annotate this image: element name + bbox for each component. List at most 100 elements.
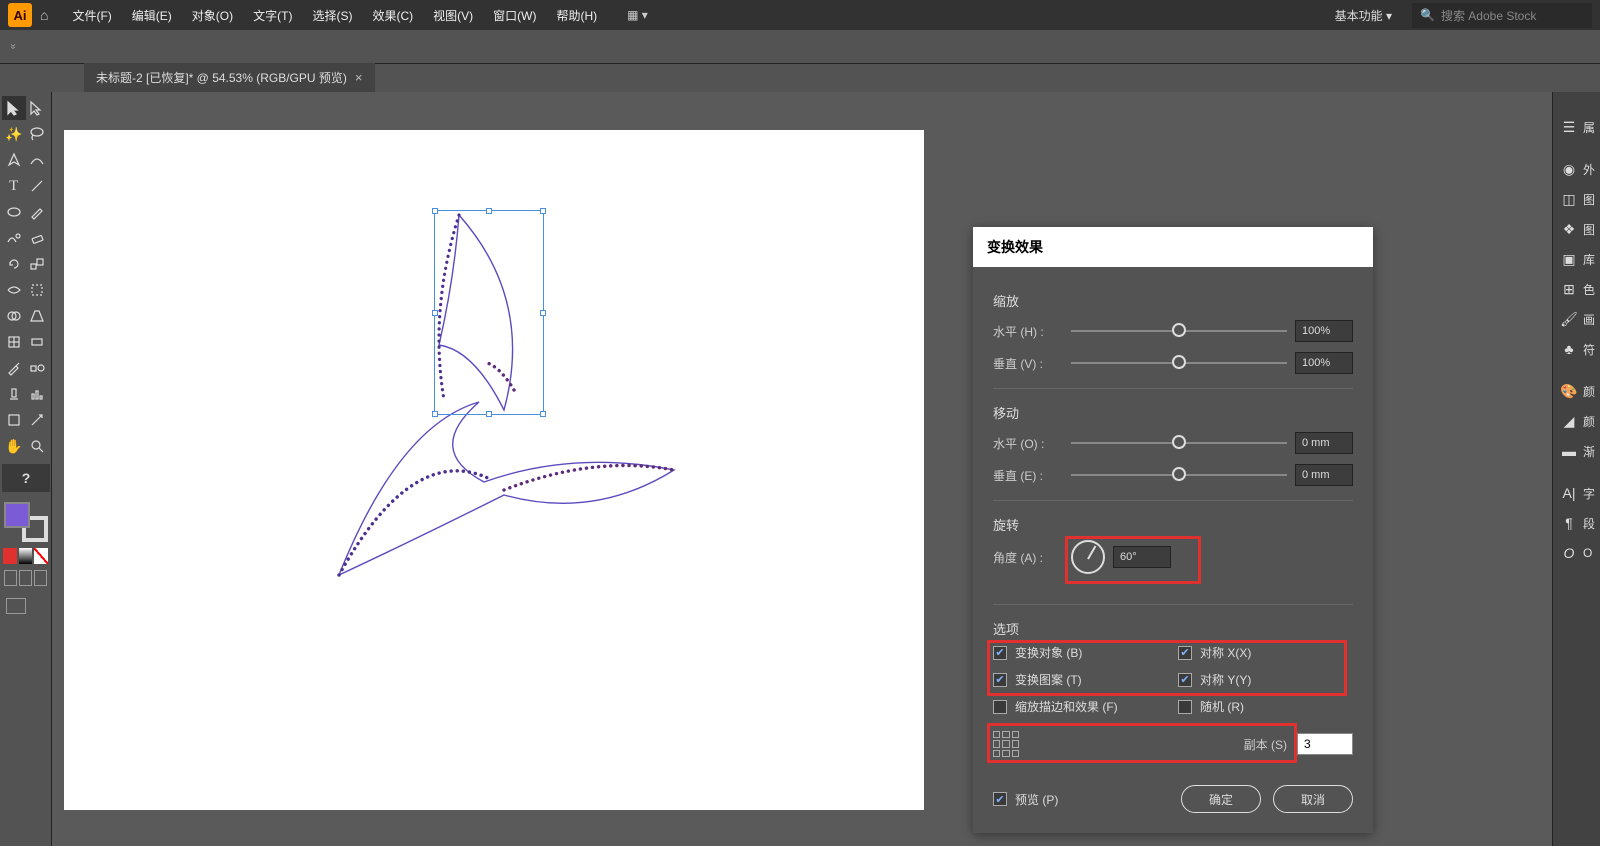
move-v-label: 垂直 (E) : [993,467,1063,484]
chk-scale-strokes[interactable]: 缩放描边和效果 (F) [993,698,1168,715]
menu-window[interactable]: 窗口(W) [483,1,546,30]
panel-graphic-styles[interactable]: ◫图 [1553,184,1600,214]
lasso-tool[interactable] [26,122,50,146]
panel-layers[interactable]: ❖图 [1553,214,1600,244]
document-tab-bar: 未标题-2 [已恢复]* @ 54.53% (RGB/GPU 预览) × [0,64,1600,92]
selection-tool[interactable] [2,96,26,120]
blend-tool[interactable] [26,356,50,380]
home-icon[interactable]: ⌂ [40,7,48,23]
line-tool[interactable] [26,174,50,198]
menu-type[interactable]: 文字(T) [243,1,302,30]
toolbox: ✨ T [0,92,52,846]
eraser-tool[interactable] [26,226,50,250]
shaper-tool[interactable] [2,226,26,250]
menu-effect[interactable]: 效果(C) [362,1,423,30]
ai-logo: Ai [8,3,32,27]
panel-character[interactable]: A|字 [1553,478,1600,508]
move-v-input[interactable]: 0 mm [1295,464,1353,486]
rotate-tool[interactable] [2,252,26,276]
panel-swatches[interactable]: ⊞色 [1553,274,1600,304]
panel-libraries[interactable]: ▣库 [1553,244,1600,274]
menu-edit[interactable]: 编辑(E) [122,1,182,30]
direct-selection-tool[interactable] [26,96,50,120]
shape-builder-tool[interactable] [2,304,26,328]
scale-v-slider[interactable] [1071,362,1287,364]
rotate-group-label: 旋转 [993,515,1353,534]
free-transform-tool[interactable] [26,278,50,302]
curvature-tool[interactable] [26,148,50,172]
move-h-input[interactable]: 0 mm [1295,432,1353,454]
move-v-slider[interactable] [1071,474,1287,476]
selection-bounding-box[interactable] [434,210,544,415]
edit-toolbar-button[interactable]: ? [2,464,50,492]
ellipse-tool[interactable] [2,200,26,224]
move-h-slider[interactable] [1071,442,1287,444]
document-tab[interactable]: 未标题-2 [已恢复]* @ 54.53% (RGB/GPU 预览) × [84,63,375,92]
panel-symbols[interactable]: ♣符 [1553,334,1600,364]
copies-input[interactable] [1297,733,1353,755]
search-icon: 🔍 [1420,8,1435,22]
menu-file[interactable]: 文件(F) [62,1,121,30]
symbol-sprayer-tool[interactable] [2,382,26,406]
scale-h-input[interactable]: 100% [1295,320,1353,342]
ok-button[interactable]: 确定 [1181,785,1261,813]
artboard[interactable] [64,130,924,810]
scale-h-slider[interactable] [1071,330,1287,332]
chk-preview[interactable]: 预览 (P) [993,791,1058,808]
color-mode-none[interactable] [34,548,48,564]
fill-color[interactable] [4,502,30,528]
menu-select[interactable]: 选择(S) [302,1,362,30]
artboard-tool[interactable] [2,408,26,432]
panel-gradient[interactable]: ▬渐 [1553,436,1600,466]
pen-tool[interactable] [2,148,26,172]
scale-v-input[interactable]: 100% [1295,352,1353,374]
panel-color-guide[interactable]: ◢颜 [1553,406,1600,436]
perspective-tool[interactable] [26,304,50,328]
workspace-switcher[interactable]: 基本功能 ▾ [1325,3,1402,28]
scale-group-label: 缩放 [993,291,1353,310]
move-group-label: 移动 [993,403,1353,422]
arrange-docs-icon[interactable]: ▦ ▾ [627,8,648,22]
draw-inside[interactable] [34,570,47,586]
stock-search-input[interactable]: 🔍 搜索 Adobe Stock [1412,3,1592,28]
paintbrush-tool[interactable] [26,200,50,224]
type-tool[interactable]: T [2,174,26,198]
cancel-button[interactable]: 取消 [1273,785,1353,813]
panel-properties[interactable]: ☰属 [1553,112,1600,142]
draw-normal[interactable] [4,570,17,586]
gradient-tool[interactable] [26,330,50,354]
transform-effect-dialog: 变换效果 缩放 水平 (H) : 100% 垂直 (V) : 100% 移动 水… [973,227,1373,833]
eyedropper-tool[interactable] [2,356,26,380]
menu-help[interactable]: 帮助(H) [546,1,607,30]
panel-appearance[interactable]: ◉外 [1553,154,1600,184]
options-group-label: 选项 [993,619,1353,638]
panel-paragraph[interactable]: ¶段 [1553,508,1600,538]
dialog-title: 变换效果 [973,227,1373,267]
color-mode-gradient[interactable] [19,548,33,564]
highlight-angle [1065,536,1201,584]
column-graph-tool[interactable] [26,382,50,406]
right-panel-strip: ☰属 ◉外 ◫图 ❖图 ▣库 ⊞色 🖌画 ♣符 🎨颜 ◢颜 ▬渐 A|字 ¶段 … [1552,92,1600,846]
menu-bar: Ai ⌂ 文件(F) 编辑(E) 对象(O) 文字(T) 选择(S) 效果(C)… [0,0,1600,30]
chk-random[interactable]: 随机 (R) [1178,698,1353,715]
document-tab-title: 未标题-2 [已恢复]* @ 54.53% (RGB/GPU 预览) [96,69,347,86]
draw-behind[interactable] [19,570,32,586]
close-tab-icon[interactable]: × [355,70,363,85]
fill-stroke-proxy[interactable] [4,502,48,542]
zoom-tool[interactable] [26,434,50,458]
highlight-options [987,640,1347,696]
panel-color[interactable]: 🎨颜 [1553,376,1600,406]
hand-tool[interactable]: ✋ [2,434,26,458]
width-tool[interactable] [2,278,26,302]
scale-tool[interactable] [26,252,50,276]
panel-opentype[interactable]: OO [1553,538,1600,568]
slice-tool[interactable] [26,408,50,432]
mesh-tool[interactable] [2,330,26,354]
screen-mode-toggle[interactable] [6,598,26,614]
magic-wand-tool[interactable]: ✨ [2,122,26,146]
menu-object[interactable]: 对象(O) [182,1,243,30]
panel-brushes[interactable]: 🖌画 [1553,304,1600,334]
color-mode-color[interactable] [3,548,17,564]
menu-view[interactable]: 视图(V) [423,1,483,30]
expand-control-icon[interactable]: » [7,44,18,50]
